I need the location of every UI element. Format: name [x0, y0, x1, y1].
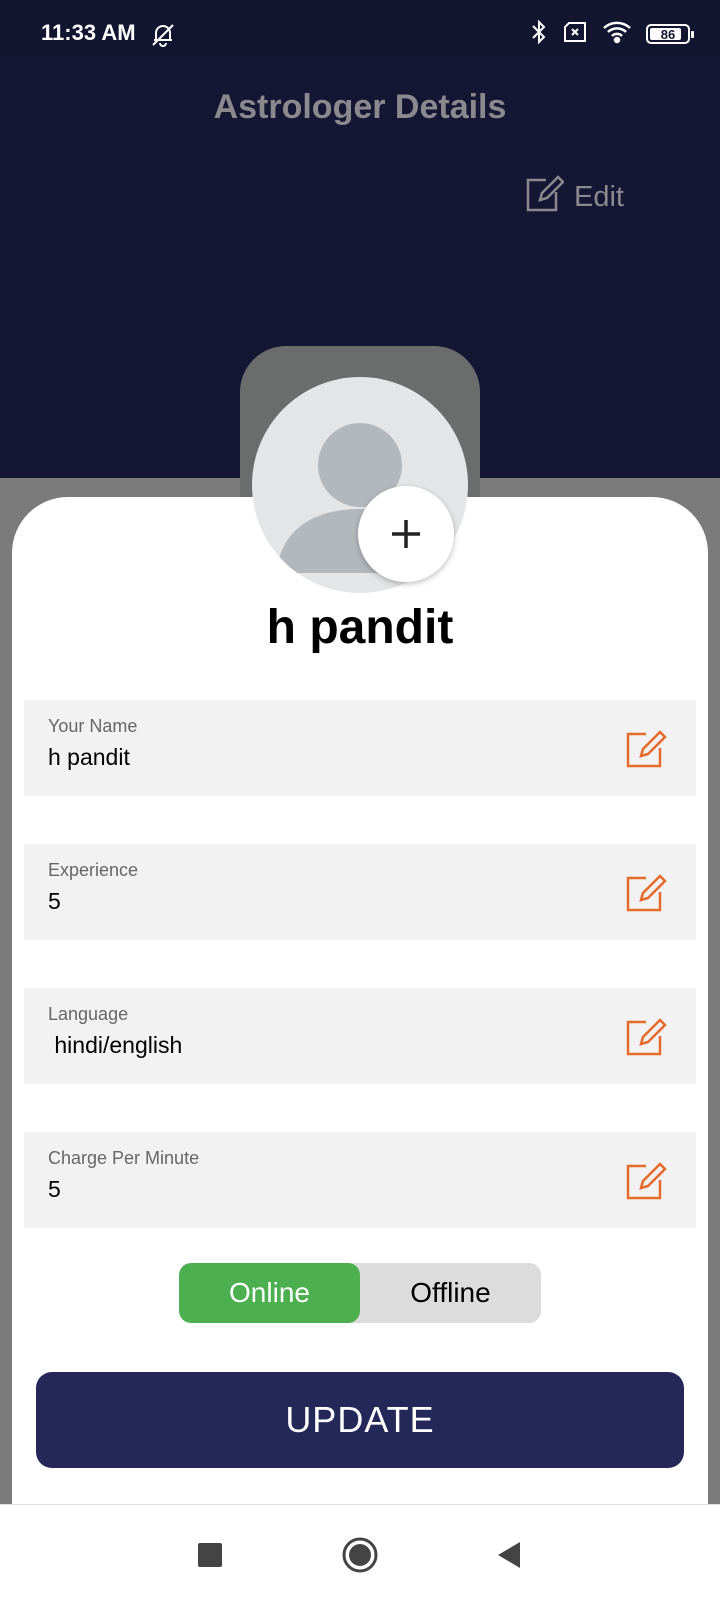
- online-option[interactable]: Online: [179, 1263, 360, 1323]
- status-bar: 11:33 AM 86: [0, 0, 720, 56]
- status-time: 11:33 AM: [41, 20, 136, 45]
- wifi-icon: [602, 20, 632, 49]
- field-label: Charge Per Minute: [48, 1148, 200, 1168]
- home-button[interactable]: [340, 1535, 380, 1575]
- edit-icon[interactable]: [624, 1158, 668, 1202]
- recents-button[interactable]: [190, 1535, 230, 1575]
- field-value: h pandit: [48, 744, 130, 770]
- field-value: hindi/english: [48, 1032, 183, 1058]
- edit-icon[interactable]: [624, 726, 668, 770]
- bell-off-icon: [150, 22, 176, 48]
- bluetooth-icon: [530, 19, 548, 50]
- update-button[interactable]: UPDATE: [36, 1372, 684, 1468]
- edit-label: Edit: [574, 180, 624, 213]
- back-button[interactable]: [490, 1535, 530, 1575]
- edit-icon: [524, 172, 565, 222]
- profile-name: h pandit: [266, 601, 454, 654]
- sim-off-icon: [562, 21, 588, 48]
- edit-icon[interactable]: [624, 1014, 668, 1058]
- language-field[interactable]: Language hindi/english: [24, 988, 696, 1084]
- edit-icon[interactable]: [624, 870, 668, 914]
- add-photo-button[interactable]: [358, 486, 454, 582]
- status-toggle: Online Offline: [179, 1263, 541, 1323]
- field-value: 5: [48, 888, 61, 914]
- plus-icon: [392, 520, 420, 548]
- status-icons: 86: [530, 18, 694, 50]
- field-label: Language: [48, 1004, 129, 1024]
- battery-icon: 86: [646, 24, 694, 44]
- page-title: Astrologer Details: [213, 88, 507, 126]
- charge-per-minute-field[interactable]: Charge Per Minute 5: [24, 1132, 696, 1228]
- edit-button[interactable]: Edit: [524, 172, 624, 222]
- offline-option[interactable]: Offline: [360, 1263, 541, 1323]
- field-label: Experience: [48, 860, 139, 880]
- battery-level: 86: [660, 26, 676, 42]
- experience-field[interactable]: Experience 5: [24, 844, 696, 940]
- field-label: Your Name: [48, 716, 138, 736]
- name-field[interactable]: Your Name h pandit: [24, 700, 696, 796]
- field-value: 5: [48, 1176, 61, 1202]
- navigation-bar: [0, 1504, 720, 1600]
